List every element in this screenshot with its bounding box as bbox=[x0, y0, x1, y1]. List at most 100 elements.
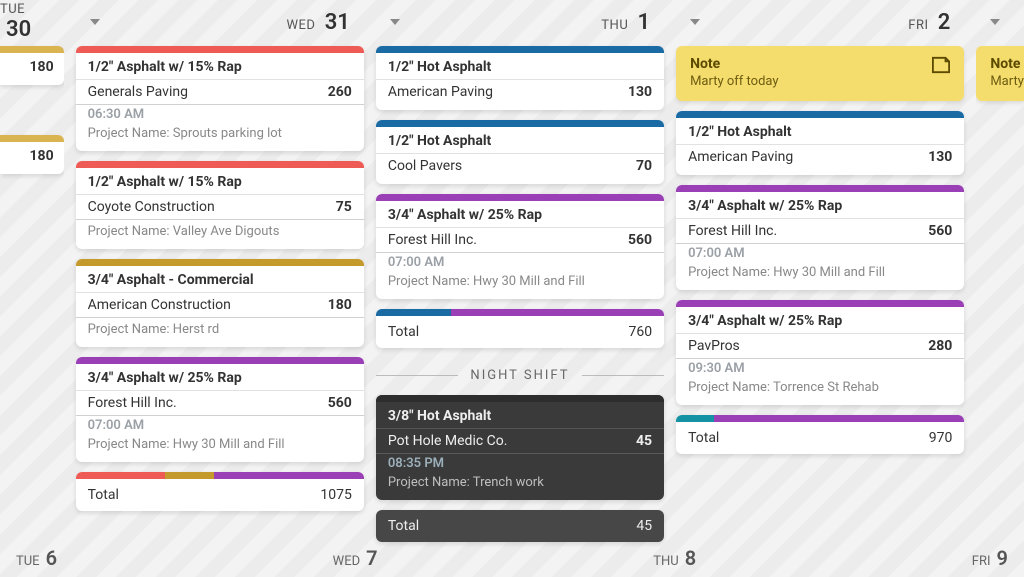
job-product: 3/4" Asphalt - Commercial bbox=[76, 266, 364, 293]
job-card[interactable]: 3/4" Asphalt w/ 25% Rap Forest Hill Inc.… bbox=[676, 185, 964, 290]
job-time: 07:00 AM bbox=[676, 244, 964, 261]
job-product: 1/2" Asphalt w/ 15% Rap bbox=[76, 168, 364, 195]
chevron-down-icon[interactable] bbox=[990, 19, 1000, 25]
day-column-sat: Note Marty o bbox=[976, 0, 1024, 577]
job-product: 1/2" Hot Asphalt bbox=[376, 127, 664, 154]
day-total-card[interactable]: Total1075 bbox=[76, 472, 364, 511]
job-product: 1/2" Hot Asphalt bbox=[376, 53, 664, 80]
job-card[interactable]: 3/4" Asphalt w/ 25% Rap PavPros 280 09:30… bbox=[676, 300, 964, 405]
note-body: Marty o bbox=[990, 74, 1020, 89]
day-label: FRI bbox=[908, 18, 928, 33]
job-qty: 560 bbox=[928, 223, 952, 239]
job-time: 07:00 AM bbox=[376, 253, 664, 270]
job-project: Project Name: Torrence St Rehab bbox=[676, 376, 964, 405]
job-project: Project Name: Sprouts parking lot bbox=[76, 122, 364, 151]
job-product: 1/2" Hot Asphalt bbox=[676, 118, 964, 145]
job-product: 3/4" Asphalt w/ 25% Rap bbox=[76, 364, 364, 391]
day-header-mini[interactable]: THU8 bbox=[653, 546, 696, 570]
job-product: 3/8" Hot Asphalt bbox=[376, 402, 664, 429]
job-card[interactable]: 1/2" Asphalt w/ 15% Rap Generals Paving2… bbox=[76, 46, 364, 151]
job-project: Project Name: Hwy 30 Mill and Fill bbox=[376, 270, 664, 299]
job-company: American Construction bbox=[88, 297, 231, 313]
job-project: Project Name: Hwy 30 Mill and Fill bbox=[76, 433, 364, 462]
note-card[interactable]: Note Marty off today bbox=[676, 46, 964, 101]
day-column-fri: FRI 2 Note Marty off today 1/2" Hot Asph… bbox=[676, 0, 964, 577]
job-company: Forest Hill Inc. bbox=[388, 232, 477, 248]
chevron-down-icon[interactable] bbox=[390, 19, 400, 25]
job-qty: 280 bbox=[928, 338, 952, 354]
shift-divider: NIGHT SHIFT bbox=[376, 368, 664, 383]
job-time: 08:35 PM bbox=[376, 454, 664, 471]
job-card[interactable]: 1/2" Hot Asphalt American Paving 130 bbox=[376, 46, 664, 110]
note-card[interactable]: Note Marty o bbox=[976, 46, 1024, 101]
job-qty: 70 bbox=[636, 158, 652, 174]
job-company: Cool Pavers bbox=[388, 158, 462, 174]
job-card[interactable]: 3/4" Asphalt w/ 25% Rap Forest Hill Inc.… bbox=[76, 357, 364, 462]
job-card[interactable]: 1/2" Hot Asphalt Cool Pavers 70 bbox=[376, 120, 664, 184]
day-header[interactable]: TUE 30 bbox=[0, 0, 64, 44]
job-qty: 180 bbox=[0, 142, 64, 174]
day-total-card[interactable]: Total 970 bbox=[676, 415, 964, 454]
day-total-card[interactable]: Total760 bbox=[376, 309, 664, 348]
job-qty: 260 bbox=[328, 84, 352, 100]
job-qty: 130 bbox=[928, 149, 952, 165]
job-project: Project Name: Trench work bbox=[376, 471, 664, 500]
job-time: 06:30 AM bbox=[76, 105, 364, 122]
total-value: 1075 bbox=[320, 487, 351, 503]
job-qty: 75 bbox=[336, 199, 352, 215]
total-label: Total bbox=[688, 430, 719, 446]
job-qty: 180 bbox=[0, 53, 64, 85]
schedule-board: TUE 30 180 180 WED 31 1/2" Asphalt w/ 15… bbox=[0, 0, 1024, 577]
day-label: THU bbox=[601, 18, 628, 33]
day-number: 30 bbox=[6, 17, 31, 42]
total-value: 970 bbox=[929, 430, 953, 446]
job-time: 09:30 AM bbox=[676, 359, 964, 376]
job-card[interactable]: 3/4" Asphalt - Commercial American Const… bbox=[76, 259, 364, 347]
job-company: Forest Hill Inc. bbox=[688, 223, 777, 239]
next-week-row: TUE6 WED7 THU8 FRI9 bbox=[0, 539, 1024, 577]
job-qty: 180 bbox=[328, 297, 352, 313]
total-label: Total bbox=[388, 518, 419, 534]
day-number: 2 bbox=[938, 10, 951, 35]
day-header[interactable]: THU 1 bbox=[376, 0, 664, 44]
day-header[interactable]: FRI 2 bbox=[676, 0, 964, 44]
job-qty: 560 bbox=[628, 232, 652, 248]
job-project: Project Name: Herst rd bbox=[76, 318, 364, 347]
job-company: Coyote Construction bbox=[88, 199, 215, 215]
day-header-mini[interactable]: WED7 bbox=[333, 546, 378, 570]
job-card-partial[interactable]: 180 bbox=[0, 135, 64, 174]
day-header-mini[interactable]: TUE6 bbox=[16, 546, 57, 570]
night-total-card[interactable]: Total 45 bbox=[376, 510, 664, 542]
job-card[interactable]: 3/4" Asphalt w/ 25% Rap Forest Hill Inc.… bbox=[376, 194, 664, 299]
day-number: 31 bbox=[325, 10, 350, 35]
day-label: WED bbox=[287, 18, 316, 33]
job-company: Forest Hill Inc. bbox=[88, 395, 177, 411]
job-project: Project Name: Hwy 30 Mill and Fill bbox=[676, 261, 964, 290]
total-value: 45 bbox=[636, 518, 652, 534]
chevron-down-icon[interactable] bbox=[690, 19, 700, 25]
job-company: American Paving bbox=[388, 84, 493, 100]
job-qty: 560 bbox=[328, 395, 352, 411]
day-header[interactable] bbox=[976, 0, 1024, 44]
day-header[interactable]: WED 31 bbox=[76, 0, 364, 44]
job-card-partial[interactable]: 180 bbox=[0, 46, 64, 85]
day-header-mini[interactable]: FRI9 bbox=[972, 546, 1008, 570]
job-company: Generals Paving bbox=[88, 84, 188, 100]
chevron-down-icon[interactable] bbox=[90, 19, 100, 25]
job-qty: 130 bbox=[628, 84, 652, 100]
day-column-thu: THU 1 1/2" Hot Asphalt American Paving 13… bbox=[376, 0, 664, 577]
job-project: Project Name: Valley Ave Digouts bbox=[76, 220, 364, 249]
job-product: 3/4" Asphalt w/ 25% Rap bbox=[676, 307, 964, 334]
job-company: Pot Hole Medic Co. bbox=[388, 433, 508, 449]
note-title: Note bbox=[690, 56, 950, 72]
job-card-night[interactable]: 3/8" Hot Asphalt Pot Hole Medic Co.45 08… bbox=[376, 395, 664, 500]
job-card[interactable]: 1/2" Asphalt w/ 15% Rap Coyote Construct… bbox=[76, 161, 364, 249]
job-product: 3/4" Asphalt w/ 25% Rap bbox=[676, 192, 964, 219]
total-label: Total bbox=[388, 324, 419, 340]
day-column-tue: TUE 30 180 180 bbox=[0, 0, 64, 577]
job-time: 07:00 AM bbox=[76, 416, 364, 433]
job-company: PavPros bbox=[688, 338, 740, 354]
note-icon bbox=[930, 56, 952, 74]
job-card[interactable]: 1/2" Hot Asphalt American Paving130 bbox=[676, 111, 964, 175]
job-product: 3/4" Asphalt w/ 25% Rap bbox=[376, 201, 664, 228]
